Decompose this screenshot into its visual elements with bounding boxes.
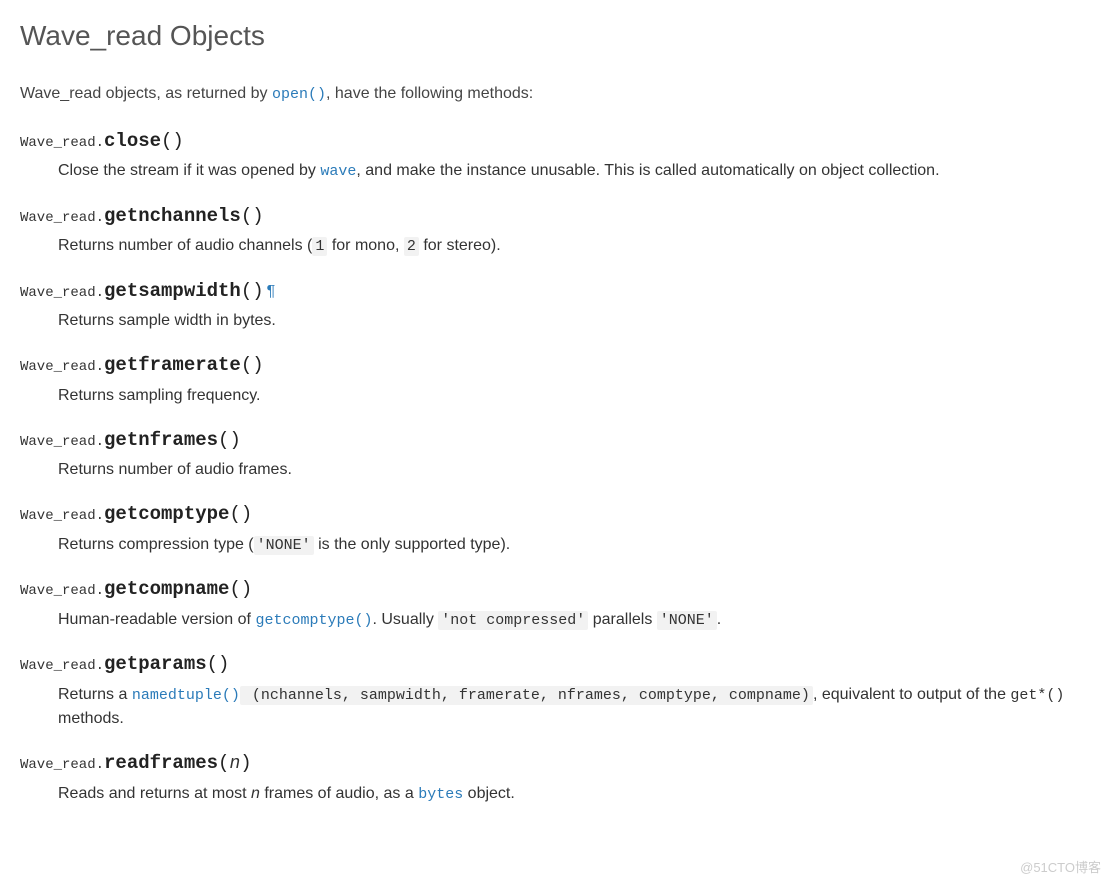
method-description: Close the stream if it was opened by wav… (58, 159, 1093, 184)
method-getparams: Wave_read.getparams() Returns a namedtup… (20, 650, 1093, 731)
method-parens: () (161, 130, 184, 152)
method-signature: Wave_read.close() (20, 127, 1093, 156)
method-parens: () (218, 429, 241, 451)
desc-text: parallels (588, 611, 656, 628)
class-prefix: Wave_read. (20, 359, 104, 375)
method-parens: () (207, 653, 230, 675)
method-signature: Wave_read.getnchannels() (20, 202, 1093, 231)
class-prefix: Wave_read. (20, 210, 104, 226)
paren-close: ) (240, 752, 251, 774)
method-parens: () (229, 578, 252, 600)
code-literal: 1 (312, 237, 327, 256)
desc-text: , equivalent to output of the (813, 686, 1010, 703)
method-description: Returns compression type ('NONE' is the … (58, 533, 1093, 558)
method-signature: Wave_read.getparams() (20, 650, 1093, 679)
desc-text: object. (463, 785, 515, 802)
method-parens: () (241, 280, 264, 302)
permalink-icon[interactable]: ¶ (267, 283, 276, 300)
method-readframes: Wave_read.readframes(n) Reads and return… (20, 749, 1093, 807)
code-literal: 'not compressed' (438, 611, 588, 630)
code-literal: (nchannels, sampwidth, framerate, nframe… (240, 686, 813, 705)
method-close: Wave_read.close() Close the stream if it… (20, 127, 1093, 184)
method-getsampwidth: Wave_read.getsampwidth()¶ Returns sample… (20, 277, 1093, 334)
method-getnframes: Wave_read.getnframes() Returns number of… (20, 426, 1093, 483)
desc-text: , and make the instance unusable. This i… (356, 162, 939, 179)
method-signature: Wave_read.getcompname() (20, 575, 1093, 604)
code-literal: get*() (1010, 687, 1064, 704)
method-name: getnchannels (104, 205, 241, 227)
desc-text: Returns number of audio channels ( (58, 237, 312, 254)
method-description: Returns a namedtuple() (nchannels, sampw… (58, 683, 1093, 732)
class-prefix: Wave_read. (20, 508, 104, 524)
method-description: Returns number of audio frames. (58, 458, 1093, 482)
intro-text-post: , have the following methods: (326, 85, 533, 102)
method-signature: Wave_read.getsampwidth()¶ (20, 277, 1093, 306)
method-name: getparams (104, 653, 207, 675)
code-literal: 2 (404, 237, 419, 256)
desc-text: Close the stream if it was opened by (58, 162, 320, 179)
class-prefix: Wave_read. (20, 757, 104, 773)
method-signature: Wave_read.getcomptype() (20, 500, 1093, 529)
desc-text: . (717, 611, 721, 628)
method-description: Reads and returns at most n frames of au… (58, 782, 1093, 807)
desc-text: Returns compression type ( (58, 536, 254, 553)
method-getnchannels: Wave_read.getnchannels() Returns number … (20, 202, 1093, 259)
desc-text: for mono, (327, 237, 403, 254)
method-name: close (104, 130, 161, 152)
method-signature: Wave_read.getnframes() (20, 426, 1093, 455)
method-name: readframes (104, 752, 218, 774)
bytes-link[interactable]: bytes (418, 786, 463, 803)
open-link[interactable]: open() (272, 86, 326, 103)
method-parens: () (241, 205, 264, 227)
class-prefix: Wave_read. (20, 658, 104, 674)
param-ref: n (251, 785, 260, 802)
desc-text: frames of audio, as a (260, 785, 418, 802)
method-description: Human-readable version of getcomptype().… (58, 608, 1093, 633)
desc-text: is the only supported type). (314, 536, 511, 553)
method-signature: Wave_read.readframes(n) (20, 749, 1093, 778)
method-name: getsampwidth (104, 280, 241, 302)
code-literal: 'NONE' (254, 536, 314, 555)
desc-text: methods. (58, 710, 124, 727)
watermark: @51CTO博客 (1020, 858, 1101, 878)
namedtuple-link[interactable]: namedtuple() (132, 687, 240, 704)
method-parens: () (241, 354, 264, 376)
method-description: Returns sampling frequency. (58, 384, 1093, 408)
desc-text: for stereo). (419, 237, 501, 254)
method-param: n (229, 754, 240, 774)
method-description: Returns number of audio channels (1 for … (58, 234, 1093, 259)
class-prefix: Wave_read. (20, 285, 104, 301)
method-signature: Wave_read.getframerate() (20, 351, 1093, 380)
wave-link[interactable]: wave (320, 163, 356, 180)
method-description: Returns sample width in bytes. (58, 309, 1093, 333)
class-prefix: Wave_read. (20, 135, 104, 151)
paren-open: ( (218, 752, 229, 774)
code-literal: 'NONE' (657, 611, 717, 630)
method-name: getcompname (104, 578, 229, 600)
method-getframerate: Wave_read.getframerate() Returns samplin… (20, 351, 1093, 408)
desc-text: Reads and returns at most (58, 785, 251, 802)
method-name: getnframes (104, 429, 218, 451)
method-parens: () (229, 503, 252, 525)
desc-text: Returns a (58, 686, 132, 703)
desc-text: Human-readable version of (58, 611, 255, 628)
method-getcomptype: Wave_read.getcomptype() Returns compress… (20, 500, 1093, 557)
method-getcompname: Wave_read.getcompname() Human-readable v… (20, 575, 1093, 632)
getcomptype-link[interactable]: getcomptype() (255, 612, 372, 629)
class-prefix: Wave_read. (20, 434, 104, 450)
desc-text: . Usually (372, 611, 438, 628)
section-heading: Wave_read Objects (20, 15, 1093, 57)
class-prefix: Wave_read. (20, 583, 104, 599)
method-name: getframerate (104, 354, 241, 376)
method-name: getcomptype (104, 503, 229, 525)
intro-paragraph: Wave_read objects, as returned by open()… (20, 82, 1093, 107)
intro-text-pre: Wave_read objects, as returned by (20, 85, 272, 102)
